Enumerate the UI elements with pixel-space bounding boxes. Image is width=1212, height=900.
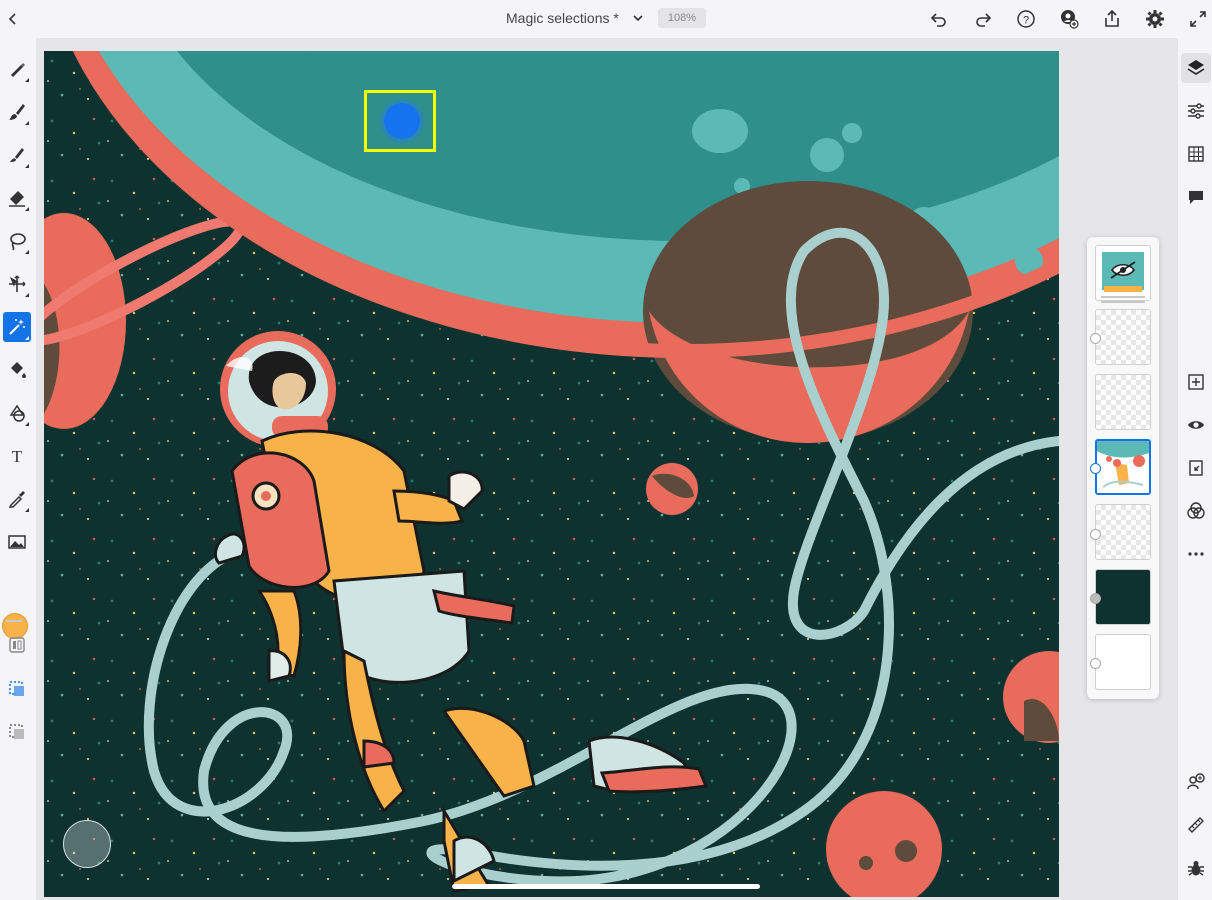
layer-image-icon[interactable] (1090, 658, 1101, 669)
group-divider (1101, 296, 1145, 298)
artwork-canvas[interactable] (44, 51, 1059, 897)
svg-text:T: T (12, 447, 23, 466)
layer-thumb-astronaut[interactable] (1095, 439, 1151, 495)
group-divider (1101, 301, 1145, 303)
undo-icon[interactable] (926, 6, 952, 32)
brush-icon[interactable] (3, 54, 31, 84)
grid-icon[interactable] (1181, 139, 1211, 169)
layer-mask-icon[interactable] (1090, 463, 1101, 474)
deselect-icon[interactable] (3, 717, 31, 747)
gear-icon[interactable] (1142, 6, 1168, 32)
layers-icon[interactable] (1181, 53, 1211, 83)
bug-icon[interactable] (1181, 853, 1211, 883)
home-indicator (452, 884, 760, 889)
ruler-icon[interactable] (1181, 810, 1211, 840)
layer-thumb-dark-background[interactable] (1095, 569, 1151, 625)
image-icon[interactable] (3, 527, 31, 557)
fullscreen-icon[interactable] (1185, 6, 1211, 32)
zoom-level[interactable]: 108% (658, 8, 706, 28)
type-icon[interactable]: T (3, 441, 31, 471)
redo-icon[interactable] (970, 6, 996, 32)
right-toolbar (1178, 38, 1212, 900)
layer-thumb-transparent[interactable] (1095, 374, 1151, 430)
divider (6, 620, 22, 622)
layer-thumb-transparent[interactable] (1095, 309, 1151, 365)
adjustments-icon[interactable] (1181, 96, 1211, 126)
chevron-down-icon[interactable] (628, 8, 648, 28)
user-icon[interactable] (1056, 6, 1082, 32)
comment-icon[interactable] (1181, 182, 1211, 212)
import-icon[interactable] (1181, 453, 1211, 483)
add-layer-icon[interactable] (1181, 367, 1211, 397)
avatar-icon[interactable] (1181, 767, 1211, 797)
back-icon[interactable] (0, 6, 26, 32)
layer-mask-icon[interactable] (1090, 333, 1101, 344)
layer-thumb-group[interactable] (1095, 245, 1151, 301)
layer-thumb-transparent[interactable] (1095, 504, 1151, 560)
selection-icon[interactable] (3, 674, 31, 704)
document-title[interactable]: Magic selections * (506, 10, 619, 26)
magic-wand-icon[interactable] (3, 312, 31, 342)
layer-thumb-white-background[interactable] (1095, 634, 1151, 690)
blend-icon[interactable] (1181, 496, 1211, 526)
touch-indicator (384, 103, 420, 139)
eraser-icon[interactable] (3, 183, 31, 213)
layer-mask-icon[interactable] (1090, 529, 1101, 540)
eyedropper-icon[interactable] (3, 484, 31, 514)
visibility-icon[interactable] (1181, 410, 1211, 440)
fill-icon[interactable] (3, 355, 31, 385)
smudge-icon[interactable] (3, 140, 31, 170)
move-icon[interactable] (3, 269, 31, 299)
layer-properties-icon[interactable] (3, 630, 31, 660)
share-icon[interactable] (1099, 6, 1125, 32)
left-toolbar: T (0, 38, 36, 900)
shape-icon[interactable] (3, 398, 31, 428)
svg-text:?: ? (1023, 15, 1029, 27)
layer-fill-icon[interactable] (1090, 593, 1101, 604)
more-icon[interactable] (1181, 539, 1211, 569)
top-bar: Magic selections * 108% ? (0, 0, 1212, 38)
brush-paint-icon[interactable] (3, 97, 31, 127)
help-icon[interactable]: ? (1013, 6, 1039, 32)
touch-shortcut-button[interactable] (63, 820, 111, 868)
layers-panel (1087, 237, 1159, 699)
lasso-icon[interactable] (3, 226, 31, 256)
